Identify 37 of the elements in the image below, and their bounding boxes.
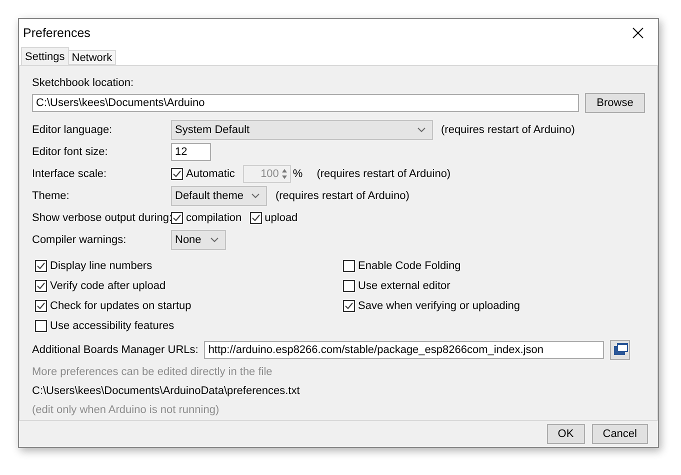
dropdown[interactable]: System Default [171, 120, 433, 140]
checkbox[interactable]: Verify code after upload [35, 280, 166, 292]
checkbox[interactable]: compilation [171, 212, 242, 224]
restart-note: (requires restart of Arduino) [275, 190, 410, 202]
boards-urls-field[interactable]: http://arduino.esp8266.com/stable/package_esp8266com_index.json [204, 341, 604, 360]
browse-button[interactable]: Browse [585, 93, 645, 114]
ok-button[interactable]: OK [546, 424, 585, 444]
font-size-field[interactable]: 12 [171, 143, 211, 162]
field-label: Editor font size: [32, 146, 109, 158]
checkbox[interactable]: Use external editor [343, 280, 450, 292]
checkbox[interactable]: Enable Code Folding [343, 260, 461, 272]
percent-label: % [292, 168, 303, 180]
checkbox[interactable]: Use accessibility features [35, 320, 174, 332]
field-label: Additional Boards Manager URLs: [32, 344, 198, 356]
sketchbook-path-field[interactable]: C:\Users\kees\Documents\Arduino [32, 94, 579, 112]
checkbox[interactable]: Check for updates on startup [35, 300, 192, 312]
tab[interactable]: Network [68, 50, 116, 65]
window-title: Preferences [23, 26, 90, 40]
field-label: Sketchbook location: [32, 76, 135, 91]
tab[interactable]: Settings [21, 47, 69, 65]
dropdown[interactable]: Default theme [171, 186, 268, 206]
field-label: Editor language: [32, 124, 114, 136]
checkbox[interactable]: Display line numbers [35, 260, 152, 272]
checkbox[interactable]: Automatic [171, 168, 235, 180]
field-label: Theme: [32, 190, 70, 202]
restart-note: (requires restart of Arduino) [441, 124, 575, 136]
cancel-button[interactable]: Cancel [592, 424, 648, 444]
hint-text: More preferences can be edited directly in the file [32, 366, 272, 378]
restart-note: (requires restart of Arduino) [316, 168, 451, 180]
field-label: Compiler warnings: [32, 234, 128, 246]
preferences-path: C:\Users\kees\Documents\ArduinoData\preferences.txt [32, 385, 300, 398]
dropdown[interactable]: None [171, 230, 226, 250]
field-label: Show verbose output during: [32, 212, 171, 224]
checkbox[interactable]: Save when verifying or uploading [343, 300, 520, 312]
hint-text: (edit only when Arduino is not running) [32, 404, 220, 416]
field-label: Interface scale: [32, 168, 108, 180]
checkbox[interactable]: upload [250, 212, 298, 224]
